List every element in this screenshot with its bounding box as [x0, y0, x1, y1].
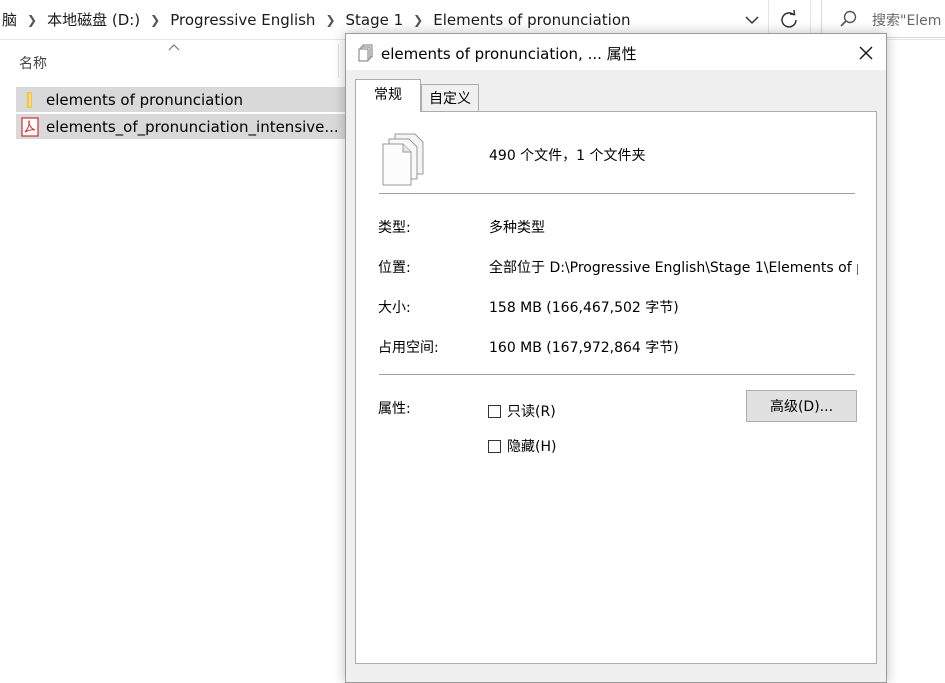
breadcrumb-item-computer[interactable]: 脑: [0, 9, 21, 30]
close-icon[interactable]: [854, 41, 878, 65]
folder-icon: [27, 91, 32, 108]
properties-dialog: elements of pronunciation, ... 属性 常规 自定义…: [345, 33, 887, 683]
hidden-checkbox[interactable]: [488, 439, 501, 453]
chevron-right-icon[interactable]: ❯: [407, 13, 429, 27]
dialog-title: elements of pronunciation, ... 属性: [381, 45, 637, 63]
breadcrumb-item-stage-1[interactable]: Stage 1: [342, 11, 408, 29]
file-name: elements of pronunciation: [46, 90, 244, 109]
multiple-files-icon: [358, 44, 373, 62]
readonly-checkbox-row[interactable]: 只读(R): [488, 401, 556, 421]
breadcrumb-item-progressive-english[interactable]: Progressive English: [166, 11, 319, 29]
sort-ascending-icon: [168, 44, 180, 51]
breadcrumb-item-drive-d[interactable]: 本地磁盘 (D:): [43, 9, 144, 30]
file-count-summary: 490 个文件，1 个文件夹: [489, 148, 646, 164]
hidden-label[interactable]: 隐藏(H): [507, 436, 556, 456]
file-list-item[interactable]: elements_of_pronunciation_intensive...: [16, 114, 346, 139]
pdf-icon: [21, 116, 39, 137]
size-label: 大小:: [378, 300, 411, 316]
divider: [379, 374, 855, 375]
search-icon: [840, 10, 857, 27]
attributes-label: 属性:: [378, 401, 411, 417]
hidden-checkbox-row[interactable]: 隐藏(H): [488, 436, 556, 456]
type-label: 类型:: [378, 220, 411, 236]
chevron-down-icon[interactable]: [742, 10, 762, 30]
chevron-right-icon[interactable]: ❯: [319, 13, 341, 27]
tab-panel-general: 490 个文件，1 个文件夹 类型: 多种类型 位置: 全部位于 D:\Prog…: [355, 111, 877, 664]
multiple-files-icon: [382, 133, 424, 186]
size-value: 158 MB (166,467,502 字节): [489, 300, 679, 316]
location-label: 位置:: [378, 260, 411, 276]
readonly-label[interactable]: 只读(R): [507, 401, 556, 421]
refresh-icon[interactable]: [778, 9, 800, 31]
chevron-right-icon[interactable]: ❯: [21, 13, 43, 27]
file-list-item[interactable]: elements of pronunciation: [16, 87, 346, 112]
tab-general[interactable]: 常规: [355, 79, 421, 112]
column-divider[interactable]: [338, 44, 339, 78]
divider: [379, 193, 855, 194]
breadcrumb-item-elements-of-pronunciation[interactable]: Elements of pronunciation: [429, 11, 634, 29]
size-on-disk-label: 占用空间:: [378, 340, 439, 356]
chevron-right-icon[interactable]: ❯: [144, 13, 166, 27]
readonly-checkbox[interactable]: [488, 404, 501, 418]
file-name: elements_of_pronunciation_intensive...: [46, 117, 339, 136]
location-value: 全部位于 D:\Progressive English\Stage 1\Elem…: [489, 260, 858, 276]
size-on-disk-value: 160 MB (167,972,864 字节): [489, 340, 679, 356]
dialog-titlebar[interactable]: elements of pronunciation, ... 属性: [346, 34, 886, 70]
column-header-name[interactable]: 名称: [19, 53, 47, 73]
type-value: 多种类型: [489, 220, 545, 236]
advanced-button[interactable]: 高级(D)...: [746, 390, 857, 422]
tab-custom[interactable]: 自定义: [421, 84, 479, 112]
search-placeholder: 搜索"Elem: [872, 13, 942, 29]
